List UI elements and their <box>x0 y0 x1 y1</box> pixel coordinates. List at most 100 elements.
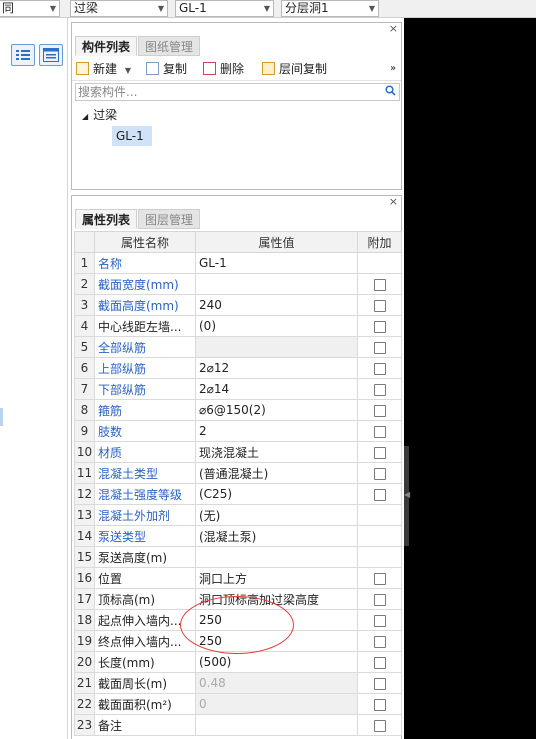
copy-button[interactable]: 复制 <box>146 60 187 78</box>
close-icon[interactable]: × <box>389 196 398 207</box>
property-row[interactable]: 8 箍筋 ⌀6@150(2) <box>74 399 402 421</box>
property-row[interactable]: 12 混凝土强度等级 (C25) <box>74 483 402 505</box>
attach-checkbox[interactable] <box>373 614 386 627</box>
search-input[interactable]: 搜索构件... <box>75 83 400 101</box>
tab-component-list[interactable]: 构件列表 <box>75 36 138 56</box>
attach-cell <box>357 546 402 568</box>
property-value-cell[interactable]: 洞口上方 <box>195 567 358 589</box>
property-value-cell[interactable]: (C25) <box>195 483 358 505</box>
copy-label: 复制 <box>163 62 188 76</box>
attach-checkbox[interactable] <box>373 404 386 417</box>
property-value-cell[interactable] <box>195 273 358 295</box>
attach-checkbox[interactable] <box>373 698 386 711</box>
property-row[interactable]: 23 备注 <box>74 714 402 736</box>
component-select[interactable]: GL-1 ▼ <box>175 0 274 17</box>
property-value-cell[interactable]: (0) <box>195 315 358 337</box>
property-value-cell[interactable]: 2 <box>195 420 358 442</box>
delete-button[interactable]: 删除 <box>203 60 244 78</box>
property-value-cell[interactable]: GL-1 <box>195 252 358 274</box>
tab-layer-management[interactable]: 图层管理 <box>138 209 201 229</box>
tab-property-list[interactable]: 属性列表 <box>75 209 138 229</box>
property-value-cell[interactable]: 洞口顶标高加过梁高度 <box>195 588 358 610</box>
row-number: 17 <box>74 588 95 610</box>
attach-checkbox[interactable] <box>373 719 386 732</box>
property-value-cell[interactable]: (500) <box>195 651 358 673</box>
new-button[interactable]: 新建 ▼ <box>76 60 131 78</box>
row-number: 6 <box>74 357 95 379</box>
attach-checkbox[interactable] <box>373 362 386 375</box>
property-row[interactable]: 11 混凝土类型 (普通混凝土) <box>74 462 402 484</box>
property-row[interactable]: 10 材质 现浇混凝土 <box>74 441 402 463</box>
property-row[interactable]: 6 上部纵筋 2⌀12 <box>74 357 402 379</box>
attach-cell <box>357 441 402 463</box>
property-value-cell[interactable]: (无) <box>195 504 358 526</box>
property-name: 截面面积(m²) <box>94 693 196 715</box>
attach-checkbox[interactable] <box>373 383 386 396</box>
property-row[interactable]: 7 下部纵筋 2⌀14 <box>74 378 402 400</box>
property-name: 箍筋 <box>94 399 196 421</box>
property-row[interactable]: 14 泵送类型 (混凝土泵) <box>74 525 402 547</box>
property-row[interactable]: 15 泵送高度(m) <box>74 546 402 568</box>
property-name: 泵送类型 <box>94 525 196 547</box>
attach-checkbox[interactable] <box>373 572 386 585</box>
property-value-cell[interactable]: ⌀6@150(2) <box>195 399 358 421</box>
property-row[interactable]: 4 中心线距左墙... (0) <box>74 315 402 337</box>
attach-checkbox[interactable] <box>373 656 386 669</box>
layer-select[interactable]: 分层洞1 ▼ <box>281 0 379 17</box>
property-row[interactable]: 17 顶标高(m) 洞口顶标高加过梁高度 <box>74 588 402 610</box>
tab-drawing-management[interactable]: 图纸管理 <box>138 36 201 56</box>
row-number: 1 <box>74 252 95 274</box>
attach-cell <box>357 693 402 715</box>
attach-checkbox[interactable] <box>373 425 386 438</box>
attach-checkbox[interactable] <box>373 467 386 480</box>
property-value-cell[interactable]: 现浇混凝土 <box>195 441 358 463</box>
property-row[interactable]: 3 截面高度(mm) 240 <box>74 294 402 316</box>
property-value-cell[interactable] <box>195 546 358 568</box>
close-icon[interactable]: × <box>389 23 398 34</box>
attach-checkbox[interactable] <box>373 488 386 501</box>
tree-node-lintel[interactable]: ◢ 过梁 <box>82 107 117 125</box>
drawing-canvas[interactable]: ◀ <box>404 18 536 739</box>
floor-copy-button[interactable]: 层间复制 <box>262 60 327 78</box>
property-row[interactable]: 2 截面宽度(mm) <box>74 273 402 295</box>
property-value-cell[interactable] <box>195 714 358 736</box>
type-select[interactable]: 过梁 ▼ <box>70 0 168 17</box>
property-value-cell[interactable]: 250 <box>195 609 358 631</box>
new-file-icon <box>76 62 89 75</box>
splitter-arrow-icon[interactable]: ◀ <box>404 488 410 502</box>
property-row[interactable]: 18 起点伸入墙内... 250 <box>74 609 402 631</box>
list-view-button[interactable] <box>11 44 35 66</box>
property-row[interactable]: 19 终点伸入墙内... 250 <box>74 630 402 652</box>
attach-checkbox[interactable] <box>373 320 386 333</box>
property-row[interactable]: 16 位置 洞口上方 <box>74 567 402 589</box>
collapse-triangle-icon[interactable]: ◢ <box>82 112 88 121</box>
property-row[interactable]: 13 混凝土外加剂 (无) <box>74 504 402 526</box>
floor-select[interactable]: 同 ▼ <box>0 0 60 17</box>
attach-checkbox[interactable] <box>373 341 386 354</box>
property-value-cell[interactable]: (普通混凝土) <box>195 462 358 484</box>
toolbar-overflow-button[interactable]: » <box>390 60 396 78</box>
attach-checkbox[interactable] <box>373 299 386 312</box>
tree-node-gl1[interactable]: GL-1 <box>112 126 152 146</box>
property-row[interactable]: 20 长度(mm) (500) <box>74 651 402 673</box>
attach-cell <box>357 273 402 295</box>
property-value-cell[interactable]: (混凝土泵) <box>195 525 358 547</box>
attach-checkbox[interactable] <box>373 278 386 291</box>
property-value-cell[interactable]: 250 <box>195 630 358 652</box>
property-value-cell[interactable]: 2⌀14 <box>195 378 358 400</box>
property-row[interactable]: 22 截面面积(m²) 0 <box>74 693 402 715</box>
detail-view-button[interactable] <box>39 44 63 66</box>
property-row[interactable]: 5 全部纵筋 <box>74 336 402 358</box>
search-icon[interactable] <box>385 84 396 100</box>
property-row[interactable]: 9 肢数 2 <box>74 420 402 442</box>
attach-checkbox[interactable] <box>373 635 386 648</box>
attach-checkbox[interactable] <box>373 593 386 606</box>
attach-checkbox[interactable] <box>373 677 386 690</box>
property-value-cell[interactable]: 240 <box>195 294 358 316</box>
property-name: 混凝土外加剂 <box>94 504 196 526</box>
property-row[interactable]: 21 截面周长(m) 0.48 <box>74 672 402 694</box>
property-value-cell: 0 <box>195 693 358 715</box>
property-value-cell[interactable]: 2⌀12 <box>195 357 358 379</box>
property-row[interactable]: 1 名称 GL-1 <box>74 252 402 274</box>
attach-checkbox[interactable] <box>373 446 386 459</box>
